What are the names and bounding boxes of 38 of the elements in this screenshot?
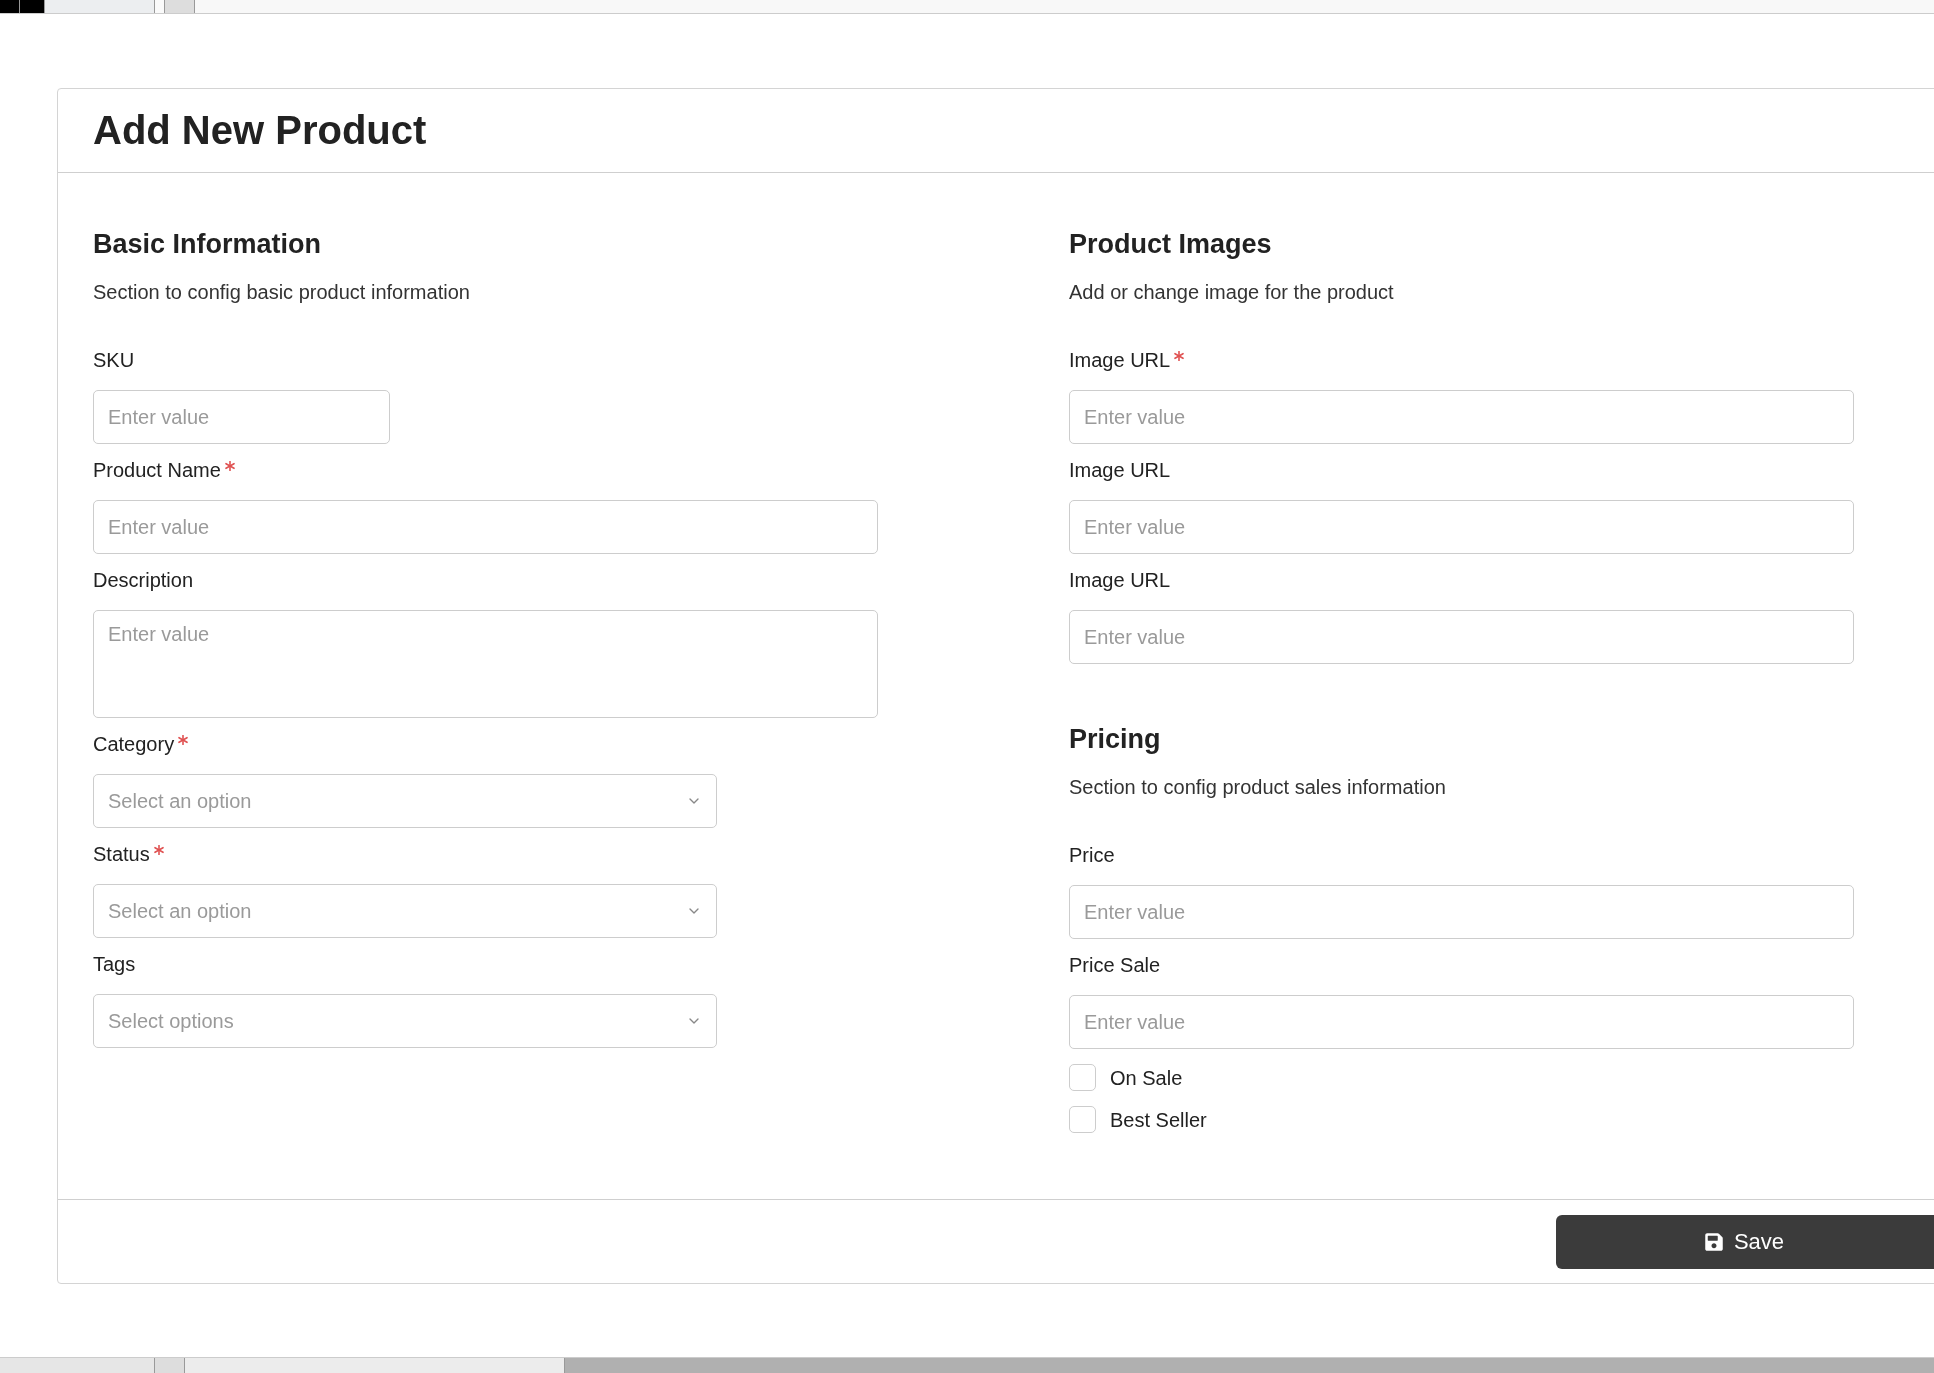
field-label: Image URL [1069, 458, 1171, 483]
select-field[interactable]: Select options [93, 994, 717, 1048]
field-label: Description [93, 568, 194, 593]
section-subtitle: Section to config basic product information [93, 280, 471, 305]
select-field[interactable]: Select an option [93, 774, 717, 828]
field-label: Category [93, 732, 175, 757]
section-subtitle: Add or change image for the product [1069, 280, 1395, 305]
required-asterisk-icon [178, 735, 189, 745]
section-heading: Pricing [1069, 723, 1162, 756]
checkbox[interactable] [1069, 1064, 1096, 1091]
field-label: Price [1069, 843, 1115, 868]
field-label: Tags [93, 952, 136, 977]
input-field[interactable]: Enter value [1069, 390, 1854, 444]
input-field[interactable]: Enter value [1069, 885, 1854, 939]
field-label: Product Name [93, 458, 221, 483]
description-field[interactable]: Enter value [93, 610, 878, 718]
required-asterisk-icon [1174, 351, 1185, 361]
input-field[interactable]: Enter value [93, 500, 878, 554]
field-label: Image URL [1069, 348, 1171, 373]
input-field[interactable]: Enter value [1069, 610, 1854, 664]
field-label: Image URL [1069, 568, 1171, 593]
required-asterisk-icon [153, 845, 164, 855]
checkbox-label: Best Seller [1110, 1107, 1207, 1133]
field-label: SKU [93, 348, 135, 373]
input-field[interactable]: Enter value [93, 390, 390, 444]
field-label: Price Sale [1069, 953, 1161, 978]
save-button[interactable]: Save [1556, 1215, 1934, 1269]
section-heading: Basic Information [93, 228, 323, 261]
field-label: Status [93, 842, 150, 867]
input-field[interactable]: Enter value [1069, 995, 1854, 1049]
checkbox[interactable] [1069, 1106, 1096, 1133]
select-field[interactable]: Select an option [93, 884, 717, 938]
page-title: Add New Product [93, 108, 427, 153]
input-field[interactable]: Enter value [1069, 500, 1854, 554]
checkbox-label: On Sale [1110, 1065, 1183, 1091]
section-subtitle: Section to config product sales information [1069, 775, 1447, 800]
required-asterisk-icon [224, 461, 235, 471]
section-heading: Product Images [1069, 228, 1273, 261]
